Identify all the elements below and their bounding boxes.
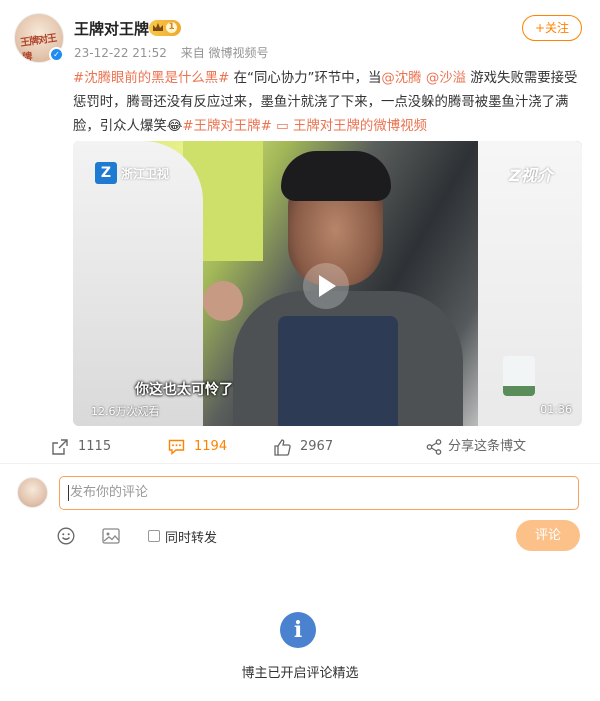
action-bar: 1115 1194 2967 分享这条博文 xyxy=(0,430,600,464)
post-source: 来自 微博视频号 xyxy=(180,46,269,60)
mention-link[interactable]: @沙溢 xyxy=(426,71,466,86)
mention-link[interactable]: @沈腾 xyxy=(381,71,421,86)
corner-logo: Z视介 xyxy=(509,166,553,185)
video-link[interactable]: 王牌对王牌的微博视频 xyxy=(293,119,427,134)
vip-crown-badge[interactable]: 1 xyxy=(149,20,181,36)
comment-icon xyxy=(168,439,185,455)
video-subtitle: 你这也太可怜了 xyxy=(135,382,233,398)
like-count: 2967 xyxy=(300,439,334,454)
comment-input-placeholder: 发布你的评论 xyxy=(70,485,149,500)
channel-logo: Z 浙江卫视 xyxy=(95,162,185,184)
post-text-segment: 在“同心协力”环节中，当 xyxy=(229,71,382,86)
current-user-avatar[interactable] xyxy=(17,477,48,508)
channel-logo-text: 浙江卫视 xyxy=(121,167,170,181)
post-text: #沈腾眼前的黑是什么黑# 在“同心协力”环节中，当@沈腾 @沙溢 游戏失败需要接… xyxy=(73,67,587,139)
post-meta: 23-12-22 21:52 来自 微博视频号 xyxy=(74,44,279,61)
info-icon: i xyxy=(280,612,316,648)
emoji-icon[interactable] xyxy=(57,527,75,545)
verified-icon: ✓ xyxy=(49,47,64,62)
laughing-emoji-icon: 😂 xyxy=(166,119,183,134)
crown-icon xyxy=(153,23,163,31)
topic-link[interactable]: #王牌对王牌# xyxy=(182,119,271,134)
weibo-post-card: 王牌对王牌 ✓ 王牌对王牌 1 23-12-22 21:52 来自 微博视频号 … xyxy=(0,0,600,701)
video-duration: 01:36 xyxy=(540,403,572,416)
submit-comment-button[interactable]: 评论 xyxy=(516,520,580,551)
crown-level: 1 xyxy=(166,22,177,33)
repost-count: 1115 xyxy=(78,439,112,454)
share-icon xyxy=(426,439,442,455)
repost-icon xyxy=(52,439,68,455)
follow-button[interactable]: +关注 xyxy=(522,15,582,41)
share-label: 分享这条博文 xyxy=(448,439,527,454)
zhejiang-tv-icon: Z xyxy=(95,162,117,184)
play-icon[interactable] xyxy=(303,263,349,309)
text-caret xyxy=(68,485,69,501)
image-icon[interactable] xyxy=(102,527,120,545)
video-link-icon: ▭ xyxy=(276,119,293,134)
divider xyxy=(0,463,600,464)
repost-checkbox[interactable] xyxy=(148,530,160,542)
repost-checkbox-label[interactable]: 同时转发 xyxy=(165,527,217,546)
thumbs-up-icon xyxy=(274,439,291,456)
author-name[interactable]: 王牌对王牌 xyxy=(74,18,149,39)
post-time[interactable]: 23-12-22 21:52 xyxy=(74,46,167,60)
comment-count: 1194 xyxy=(194,439,228,454)
topic-link[interactable]: #沈腾眼前的黑是什么黑# xyxy=(73,71,229,86)
comment-input[interactable]: 发布你的评论 xyxy=(59,476,579,510)
view-count: 12.6万次观看 xyxy=(91,405,160,418)
video-player[interactable]: Z 浙江卫视 Z视介 你这也太可怜了 12.6万次观看 01:36 xyxy=(73,141,582,426)
comment-selection-notice: 博主已开启评论精选 xyxy=(241,666,359,681)
